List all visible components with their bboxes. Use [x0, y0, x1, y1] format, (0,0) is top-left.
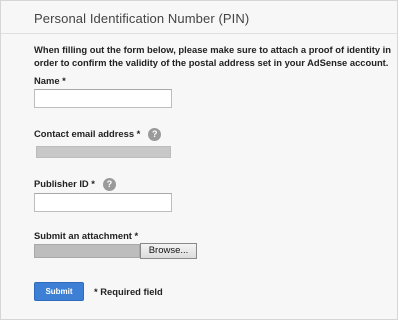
- attachment-file-field[interactable]: [34, 244, 140, 258]
- submit-button[interactable]: Submit: [34, 282, 84, 301]
- publisher-label: Publisher ID *: [34, 178, 95, 189]
- pin-form-panel: Personal Identification Number (PIN) Whe…: [0, 0, 398, 320]
- publisher-help-icon[interactable]: ?: [102, 178, 116, 192]
- email-help-icon[interactable]: ?: [148, 128, 162, 142]
- email-label-row: Contact email address *?: [34, 128, 162, 142]
- title-divider: [1, 33, 397, 34]
- publisher-label-row: Publisher ID *?: [34, 178, 116, 192]
- email-label: Contact email address *: [34, 128, 141, 139]
- name-label: Name *: [34, 75, 66, 86]
- form-intro-text: When filling out the form below, please …: [34, 44, 391, 68]
- form-title: Personal Identification Number (PIN): [34, 11, 250, 26]
- browse-button[interactable]: Browse...: [140, 243, 197, 259]
- name-input[interactable]: [34, 89, 172, 108]
- email-field-disabled: [36, 146, 171, 158]
- attachment-label: Submit an attachment *: [34, 230, 139, 241]
- publisher-id-input[interactable]: [34, 193, 172, 212]
- required-field-note: * Required field: [94, 286, 163, 297]
